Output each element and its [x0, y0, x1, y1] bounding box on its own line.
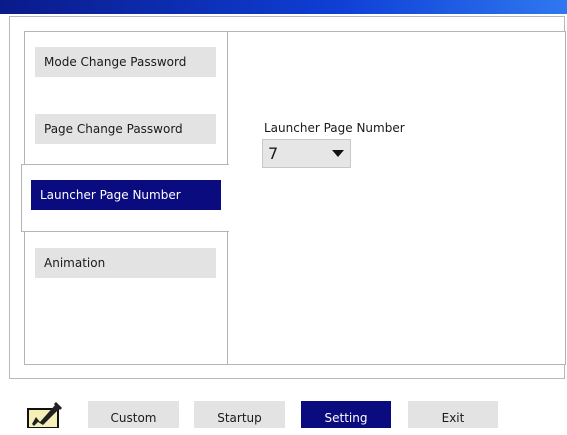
exit-button[interactable]: Exit — [408, 401, 498, 428]
sidebar-item-page-change-password[interactable]: Page Change Password — [35, 114, 216, 144]
startup-button[interactable]: Startup — [194, 401, 285, 428]
sidebar-item-animation[interactable]: Animation — [35, 248, 216, 278]
launcher-page-number-label: Launcher Page Number — [264, 121, 405, 135]
sidebar-item-mode-change-password[interactable]: Mode Change Password — [35, 47, 216, 77]
edit-pen-icon[interactable] — [26, 400, 64, 429]
launcher-page-number-dropdown[interactable]: 7 — [262, 139, 351, 168]
content-panel — [227, 31, 566, 365]
custom-button[interactable]: Custom — [88, 401, 179, 428]
sidebar-item-launcher-page-number[interactable]: Launcher Page Number — [31, 180, 221, 210]
dropdown-value: 7 — [268, 144, 279, 163]
chevron-down-icon — [332, 150, 344, 157]
setting-button[interactable]: Setting — [301, 401, 391, 428]
title-bar — [0, 0, 567, 14]
